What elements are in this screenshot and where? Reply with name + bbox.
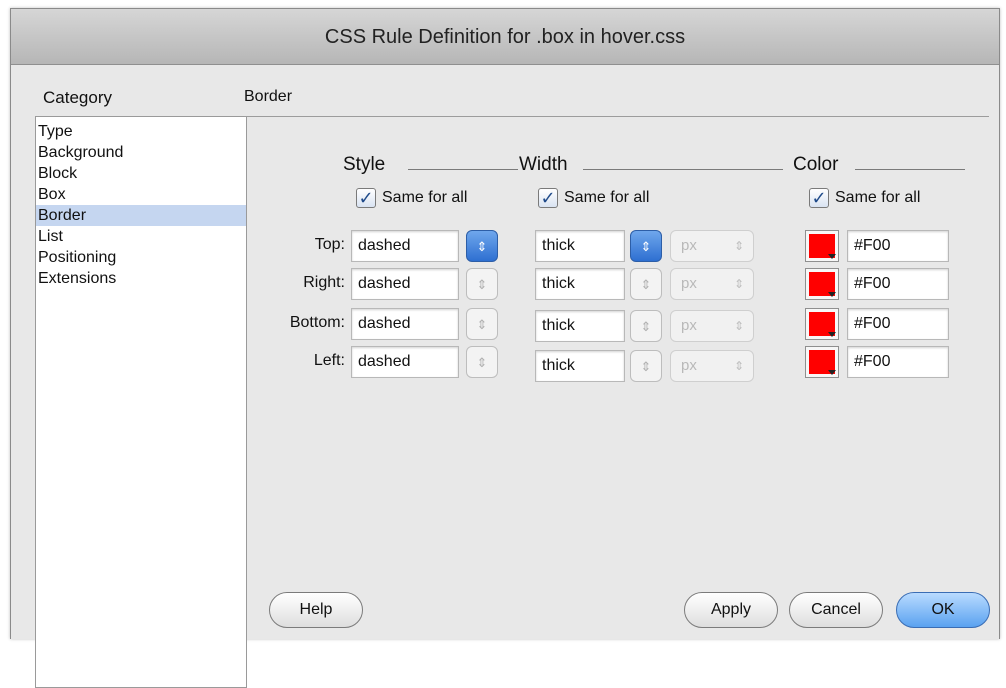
top-color-field[interactable]: #F00 [847, 230, 949, 262]
right-color-swatch [805, 268, 839, 300]
apply-button[interactable]: Apply [684, 592, 778, 628]
up-down-arrows-icon: ⇕ [640, 276, 652, 292]
up-down-arrows-icon: ⇕ [640, 238, 652, 254]
bottom-row-label: Bottom: [289, 314, 345, 331]
style-same-for-all[interactable]: ✓ Same for all [356, 188, 467, 208]
dialog-content: Category Type Background Block Box Borde… [11, 66, 999, 688]
top-color-swatch[interactable] [805, 230, 839, 262]
top-style-field[interactable]: dashed [351, 230, 459, 262]
right-unit-label: px [681, 275, 697, 292]
up-down-arrows-icon: ⇕ [640, 358, 652, 374]
bottom-width-field: thick [535, 310, 625, 342]
right-style-field: dashed [351, 268, 459, 300]
left-width-field: thick [535, 350, 625, 382]
bottom-color-field: #F00 [847, 308, 949, 340]
width-heading-label: Width [519, 154, 568, 175]
up-down-arrows-icon: ⇕ [476, 276, 488, 292]
up-down-arrows-icon: ⇕ [733, 239, 744, 253]
top-unit-select: px ⇕ [670, 230, 754, 262]
category-item-background[interactable]: Background [36, 142, 246, 163]
style-heading-label: Style [343, 154, 386, 175]
category-item-block[interactable]: Block [36, 163, 246, 184]
top-width-field[interactable]: thick [535, 230, 625, 262]
cancel-button[interactable]: Cancel [789, 592, 883, 628]
up-down-arrows-icon: ⇕ [733, 359, 744, 373]
style-heading-line [408, 169, 518, 170]
dropdown-triangle-icon [828, 370, 836, 375]
style-column-heading: Style [343, 154, 518, 176]
top-width-stepper[interactable]: ⇕ [630, 230, 662, 262]
color-same-for-all-label: Same for all [835, 189, 921, 206]
bottom-unit-label: px [681, 317, 697, 334]
category-list[interactable]: Type Background Block Box Border List Po… [35, 116, 247, 688]
top-unit-label: px [681, 237, 697, 254]
bottom-style-stepper: ⇕ [466, 308, 498, 340]
checkmark-icon[interactable]: ✓ [809, 188, 829, 208]
right-unit-select: px ⇕ [670, 268, 754, 300]
left-style-field: dashed [351, 346, 459, 378]
left-width-stepper: ⇕ [630, 350, 662, 382]
category-item-list[interactable]: List [36, 226, 246, 247]
top-style-stepper[interactable]: ⇕ [466, 230, 498, 262]
category-heading: Category [43, 88, 112, 107]
width-heading-line [583, 169, 783, 170]
help-button[interactable]: Help [269, 592, 363, 628]
checkmark-icon[interactable]: ✓ [356, 188, 376, 208]
section-title: Border [244, 88, 293, 105]
section-divider [244, 116, 989, 117]
left-unit-select: px ⇕ [670, 350, 754, 382]
dropdown-triangle-icon [828, 254, 836, 259]
bottom-color-swatch [805, 308, 839, 340]
width-same-for-all[interactable]: ✓ Same for all [538, 188, 649, 208]
dropdown-triangle-icon [828, 292, 836, 297]
category-item-box[interactable]: Box [36, 184, 246, 205]
category-item-type[interactable]: Type [36, 121, 246, 142]
right-width-field: thick [535, 268, 625, 300]
left-color-field: #F00 [847, 346, 949, 378]
category-item-border[interactable]: Border [36, 205, 246, 226]
color-same-for-all[interactable]: ✓ Same for all [809, 188, 920, 208]
style-same-for-all-label: Same for all [382, 189, 468, 206]
up-down-arrows-icon: ⇕ [476, 316, 488, 332]
top-row-label: Top: [314, 236, 345, 253]
right-row-label: Right: [303, 274, 345, 291]
category-item-extensions[interactable]: Extensions [36, 268, 246, 289]
ok-button[interactable]: OK [896, 592, 990, 628]
width-same-for-all-label: Same for all [564, 189, 650, 206]
up-down-arrows-icon: ⇕ [476, 354, 488, 370]
category-item-positioning[interactable]: Positioning [36, 247, 246, 268]
up-down-arrows-icon: ⇕ [476, 238, 488, 254]
dropdown-triangle-icon [828, 332, 836, 337]
window-title: CSS Rule Definition for .box in hover.cs… [324, 26, 686, 48]
right-width-stepper: ⇕ [630, 268, 662, 300]
right-color-field: #F00 [847, 268, 949, 300]
up-down-arrows-icon: ⇕ [733, 319, 744, 333]
width-column-heading: Width [519, 154, 783, 176]
title-bar[interactable]: CSS Rule Definition for .box in hover.cs… [11, 9, 999, 65]
right-style-stepper: ⇕ [466, 268, 498, 300]
up-down-arrows-icon: ⇕ [733, 277, 744, 291]
left-unit-label: px [681, 357, 697, 374]
color-column-heading: Color [793, 154, 965, 176]
checkmark-icon[interactable]: ✓ [538, 188, 558, 208]
left-color-swatch [805, 346, 839, 378]
up-down-arrows-icon: ⇕ [640, 318, 652, 334]
color-heading-label: Color [793, 154, 839, 175]
left-style-stepper: ⇕ [466, 346, 498, 378]
color-heading-line [855, 169, 965, 170]
css-rule-dialog: CSS Rule Definition for .box in hover.cs… [10, 8, 1000, 688]
left-row-label: Left: [313, 352, 345, 369]
bottom-unit-select: px ⇕ [670, 310, 754, 342]
bottom-width-stepper: ⇕ [630, 310, 662, 342]
bottom-style-field: dashed [351, 308, 459, 340]
